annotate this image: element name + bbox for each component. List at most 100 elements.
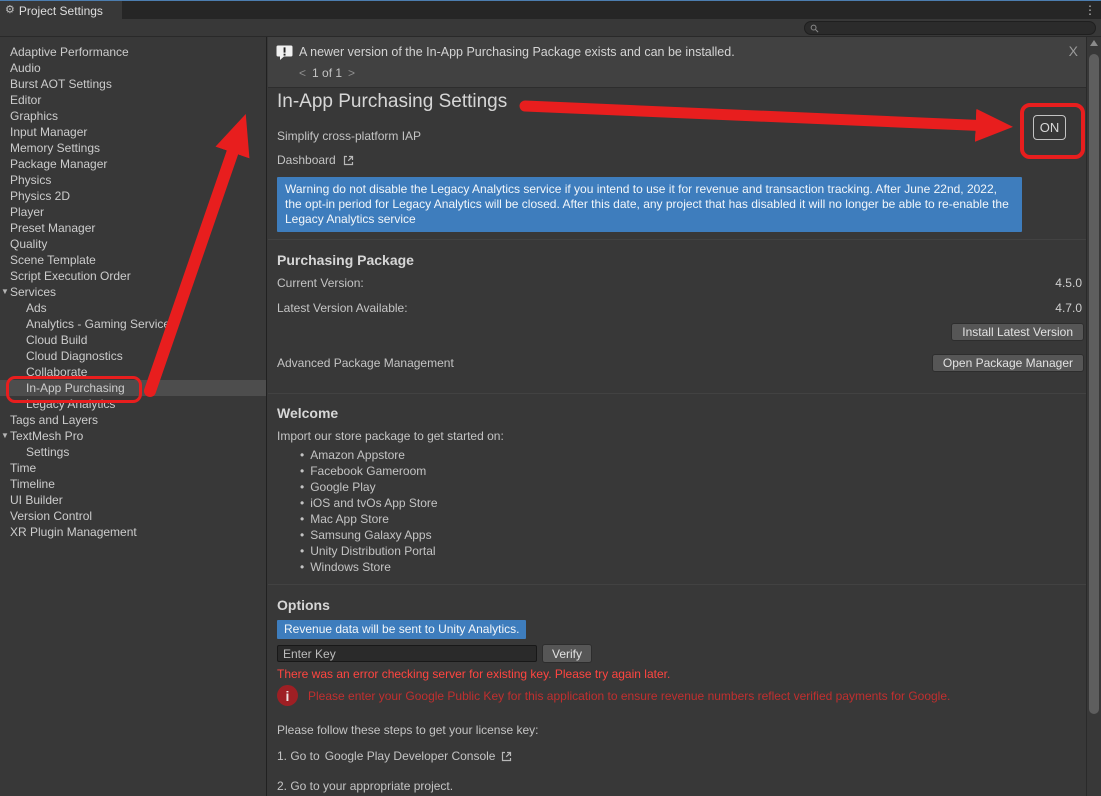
analytics-note-badge: Revenue data will be sent to Unity Analy…: [277, 620, 526, 639]
sidebar-item-version-control[interactable]: Version Control: [0, 508, 266, 524]
vertical-scrollbar[interactable]: [1086, 37, 1101, 796]
sidebar-item-label: Package Manager: [10, 157, 107, 171]
sidebar-item-label: Quality: [10, 237, 47, 251]
sidebar-item-cloud-diagnostics[interactable]: Cloud Diagnostics: [0, 348, 266, 364]
dashboard-link[interactable]: Dashboard: [277, 153, 355, 167]
sidebar-item-label: Collaborate: [26, 365, 87, 379]
main-panel: A newer version of the In-App Purchasing…: [268, 37, 1086, 796]
page-title: In-App Purchasing Settings: [277, 91, 507, 113]
latest-version-label: Latest Version Available:: [277, 301, 408, 315]
sidebar-item-services[interactable]: ▼Services: [0, 284, 266, 300]
section-divider: [268, 239, 1086, 240]
store-name: Google Play: [310, 480, 375, 494]
sidebar-item-label: Analytics - Gaming Services: [26, 317, 176, 331]
external-link-icon[interactable]: [500, 750, 513, 763]
sidebar-item-package-manager[interactable]: Package Manager: [0, 156, 266, 172]
search-input[interactable]: [804, 21, 1096, 35]
pager-prev-icon[interactable]: <: [299, 66, 306, 80]
sidebar-item-label: Tags and Layers: [10, 413, 98, 427]
sidebar-item-cloud-build[interactable]: Cloud Build: [0, 332, 266, 348]
store-list-item: • Windows Store: [300, 559, 438, 575]
bullet-icon: •: [300, 464, 304, 478]
sidebar-item-physics[interactable]: Physics: [0, 172, 266, 188]
sidebar-item-burst-aot-settings[interactable]: Burst AOT Settings: [0, 76, 266, 92]
sidebar-item-physics-2d[interactable]: Physics 2D: [0, 188, 266, 204]
sidebar-item-label: Burst AOT Settings: [10, 77, 112, 91]
sidebar-item-label: Time: [10, 461, 36, 475]
open-package-manager-button[interactable]: Open Package Manager: [932, 354, 1084, 372]
sidebar-item-xr-plugin-management[interactable]: XR Plugin Management: [0, 524, 266, 540]
sidebar-item-quality[interactable]: Quality: [0, 236, 266, 252]
iap-on-toggle[interactable]: ON: [1033, 115, 1066, 140]
store-list-item: •Samsung Galaxy Apps: [300, 527, 438, 543]
sidebar-item-label: Memory Settings: [10, 141, 100, 155]
sidebar-item-timeline[interactable]: Timeline: [0, 476, 266, 492]
sidebar-item-label: Timeline: [10, 477, 55, 491]
sidebar-item-label: XR Plugin Management: [10, 525, 137, 539]
info-icon: i: [277, 685, 298, 706]
tab-title: Project Settings: [19, 4, 103, 18]
chevron-down-icon[interactable]: ▼: [1, 428, 9, 444]
sidebar-item-collaborate[interactable]: Collaborate: [0, 364, 266, 380]
banner-pager: < 1 of 1 >: [299, 66, 355, 80]
sidebar-item-scene-template[interactable]: Scene Template: [0, 252, 266, 268]
sidebar-item-ui-builder[interactable]: UI Builder: [0, 492, 266, 508]
bullet-icon: •: [300, 544, 304, 558]
kebab-menu-icon[interactable]: ⋮: [1083, 2, 1097, 19]
sidebar-item-time[interactable]: Time: [0, 460, 266, 476]
store-name: Unity Distribution Portal: [310, 544, 435, 558]
pager-next-icon[interactable]: >: [348, 66, 355, 80]
store-list-item: •Facebook Gameroom: [300, 463, 438, 479]
sidebar-item-label: Cloud Diagnostics: [26, 349, 123, 363]
store-list-item: • Unity Distribution Portal: [300, 543, 438, 559]
sidebar-item-input-manager[interactable]: Input Manager: [0, 124, 266, 140]
store-list-item: • Mac App Store: [300, 511, 438, 527]
sidebar-item-in-app-purchasing[interactable]: In-App Purchasing: [0, 380, 266, 396]
verify-button[interactable]: Verify: [542, 644, 592, 663]
bullet-icon: •: [300, 512, 304, 526]
store-list-item: •Amazon Appstore: [300, 447, 438, 463]
sidebar-item-legacy-analytics[interactable]: Legacy Analytics: [0, 396, 266, 412]
sidebar-item-settings[interactable]: Settings: [0, 444, 266, 460]
close-icon[interactable]: X: [1069, 43, 1078, 59]
sidebar-item-audio[interactable]: Audio: [0, 60, 266, 76]
chevron-down-icon[interactable]: ▼: [1, 284, 9, 300]
sidebar-item-label: UI Builder: [10, 493, 63, 507]
toolbar: [0, 19, 1101, 37]
bullet-icon: •: [300, 528, 304, 542]
sidebar-item-label: Version Control: [10, 509, 92, 523]
sidebar-item-label: Adaptive Performance: [10, 45, 129, 59]
scroll-up-icon[interactable]: [1090, 40, 1098, 46]
license-key-input[interactable]: [277, 645, 537, 662]
sidebar-item-label: Script Execution Order: [10, 269, 131, 283]
console-warning-icon: [276, 44, 293, 61]
sidebar-item-graphics[interactable]: Graphics: [0, 108, 266, 124]
tab-project-settings[interactable]: ⚙ Project Settings: [0, 1, 122, 20]
bullet-icon: •: [300, 448, 304, 462]
store-name: Windows Store: [310, 560, 391, 574]
sidebar-item-tags-and-layers[interactable]: Tags and Layers: [0, 412, 266, 428]
sidebar-item-adaptive-performance[interactable]: Adaptive Performance: [0, 44, 266, 60]
google-play-console-link[interactable]: Google Play Developer Console: [325, 749, 496, 763]
sidebar-item-label: Ads: [26, 301, 47, 315]
store-list: •Amazon Appstore•Facebook Gameroom•Googl…: [300, 447, 438, 575]
notification-banner: A newer version of the In-App Purchasing…: [268, 37, 1086, 88]
store-name: Mac App Store: [310, 512, 389, 526]
current-version-value: 4.5.0: [1055, 276, 1082, 290]
scrollbar-thumb[interactable]: [1089, 54, 1099, 714]
install-latest-version-button[interactable]: Install Latest Version: [951, 323, 1084, 341]
banner-message: A newer version of the In-App Purchasing…: [299, 45, 735, 59]
sidebar-item-preset-manager[interactable]: Preset Manager: [0, 220, 266, 236]
bullet-icon: •: [300, 560, 304, 574]
sidebar-item-memory-settings[interactable]: Memory Settings: [0, 140, 266, 156]
sidebar-item-editor[interactable]: Editor: [0, 92, 266, 108]
sidebar-item-textmesh-pro[interactable]: ▼TextMesh Pro: [0, 428, 266, 444]
advanced-package-management-label: Advanced Package Management: [277, 356, 454, 370]
sidebar-item-label: In-App Purchasing: [26, 381, 125, 395]
sidebar-item-player[interactable]: Player: [0, 204, 266, 220]
sidebar-item-script-execution-order[interactable]: Script Execution Order: [0, 268, 266, 284]
sidebar-item-label: Audio: [10, 61, 41, 75]
sidebar-item-analytics-gaming-services[interactable]: Analytics - Gaming Services: [0, 316, 266, 332]
sidebar-item-label: Legacy Analytics: [26, 397, 115, 411]
sidebar-item-ads[interactable]: Ads: [0, 300, 266, 316]
